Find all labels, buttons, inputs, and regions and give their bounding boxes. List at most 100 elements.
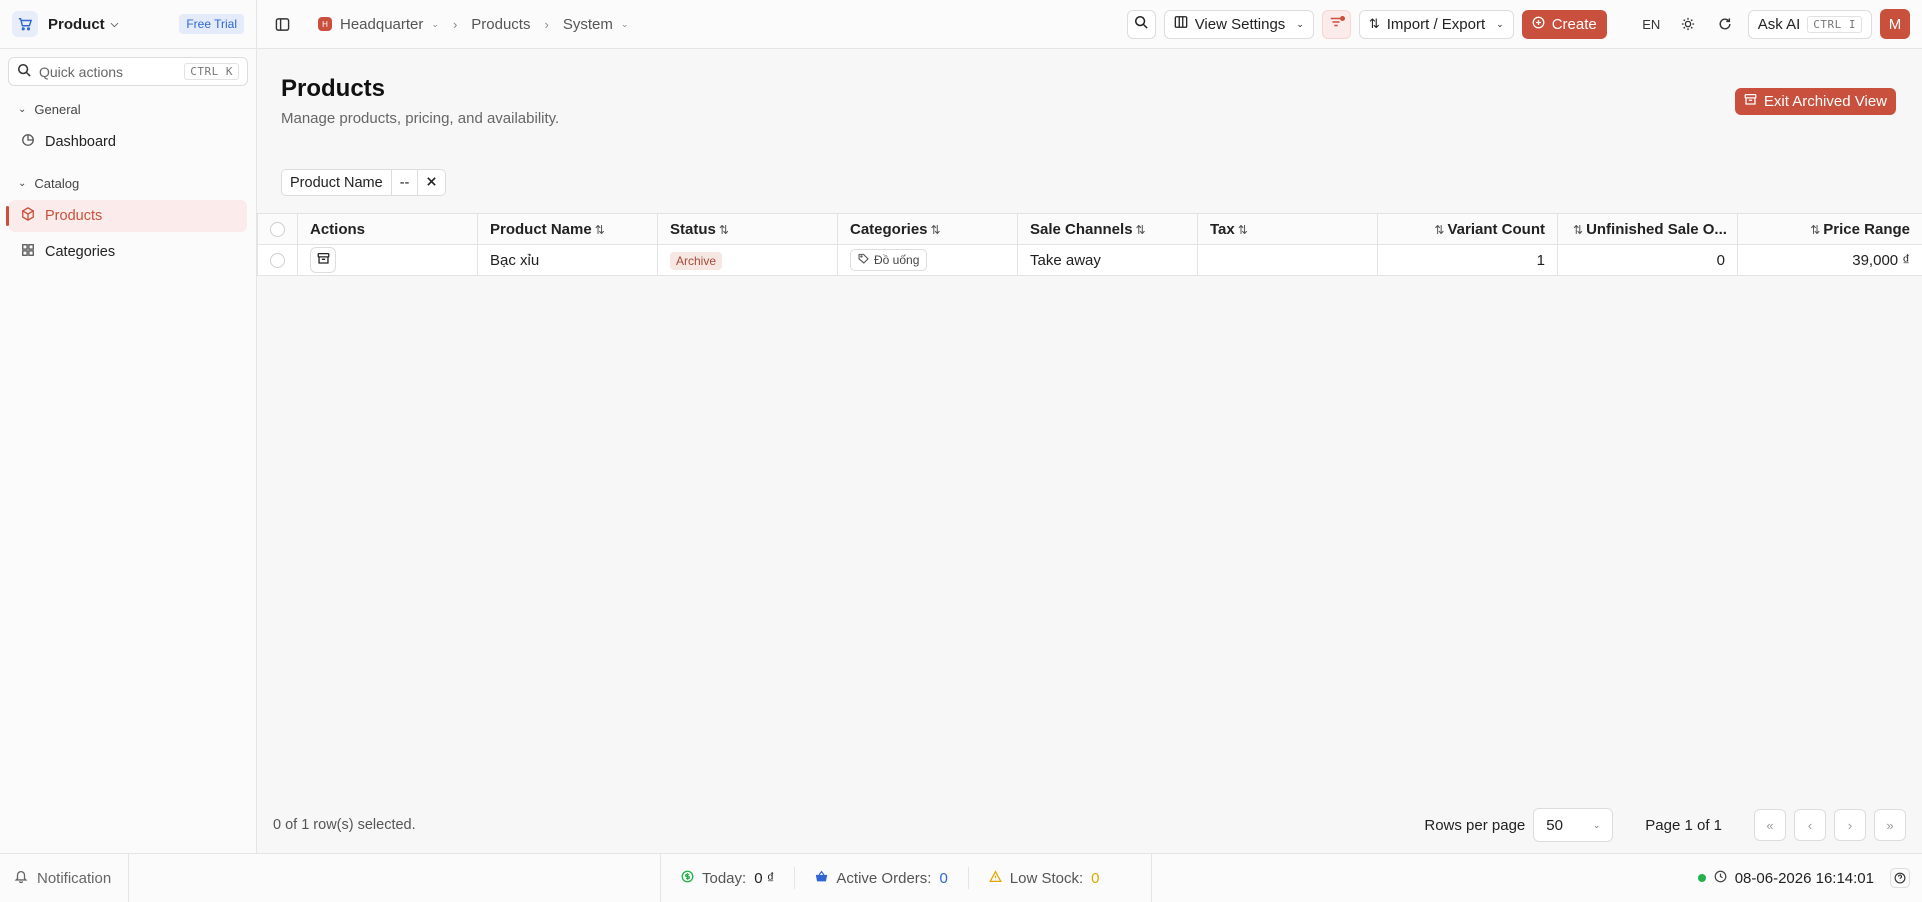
column-header-status[interactable]: Status ⇅ bbox=[657, 213, 838, 245]
chevron-down-icon: ⌄ bbox=[431, 18, 439, 29]
page-title: Products bbox=[281, 75, 386, 102]
main-content: Products Manage products, pricing, and a… bbox=[257, 49, 1922, 853]
filter-button[interactable] bbox=[1321, 9, 1351, 39]
quick-actions-input[interactable]: Quick actions CTRL K bbox=[8, 57, 248, 86]
create-button[interactable]: Create bbox=[1521, 9, 1607, 39]
warning-icon bbox=[988, 869, 1002, 887]
table-header-row: Actions Product Name ⇅ Status ⇅ Categories… bbox=[257, 213, 1922, 245]
filter-field[interactable]: Product Name bbox=[282, 170, 392, 195]
cell-unfinished-sale-orders: 0 bbox=[1557, 244, 1738, 276]
search-icon bbox=[1134, 15, 1148, 33]
breadcrumb-system[interactable]: System ⌄ bbox=[563, 16, 629, 33]
bell-icon bbox=[14, 869, 28, 887]
filter-active-dot bbox=[1339, 15, 1345, 21]
category-chip[interactable]: Đồ uống bbox=[850, 249, 928, 271]
refresh-icon[interactable] bbox=[1711, 10, 1740, 39]
basket-icon bbox=[815, 870, 828, 887]
breadcrumb-products[interactable]: Products bbox=[471, 16, 530, 33]
pagination: Rows per page 50 ⌄ Page 1 of 1 « ‹ › » bbox=[1424, 808, 1906, 842]
active-filter: Product Name -- bbox=[281, 169, 447, 196]
double-chevron-right-icon: » bbox=[1886, 817, 1894, 833]
select-all-checkbox[interactable] bbox=[257, 213, 298, 245]
products-table: Actions Product Name ⇅ Status ⇅ Categories… bbox=[257, 213, 1922, 276]
close-icon bbox=[426, 175, 437, 191]
filter-operator[interactable]: -- bbox=[392, 170, 419, 195]
sort-icon: ⇅ bbox=[930, 222, 941, 237]
avatar[interactable]: M bbox=[1880, 9, 1910, 39]
status-badge: Archive bbox=[670, 251, 723, 270]
column-header-price-range[interactable]: ⇅ Price Range bbox=[1737, 213, 1922, 245]
last-page-button[interactable]: » bbox=[1874, 809, 1906, 841]
stat-low-stock: Low Stock: 0 bbox=[969, 867, 1120, 889]
datetime: 08-06-2026 16:14:01 bbox=[1734, 869, 1874, 887]
next-page-button[interactable]: › bbox=[1834, 809, 1866, 841]
table-row[interactable]: Bạc xỉu Archive Đồ uống Take away 1 0 39… bbox=[257, 244, 1922, 276]
double-chevron-left-icon: « bbox=[1766, 817, 1774, 833]
chevron-down-icon: ⌄ bbox=[1496, 18, 1504, 29]
chevron-down-icon: ⌄ bbox=[1592, 819, 1601, 830]
grid-icon bbox=[21, 243, 35, 261]
column-header-sale-channels[interactable]: Sale Channels ⇅ bbox=[1017, 213, 1198, 245]
top-bar: H Headquarter ⌄ › Products › System ⌄ Vi… bbox=[257, 0, 1922, 49]
restore-button[interactable] bbox=[310, 247, 336, 273]
cell-categories: Đồ uống bbox=[837, 244, 1018, 276]
chevron-right-icon: › bbox=[452, 16, 458, 32]
sort-icon: ⇅ bbox=[1434, 222, 1445, 237]
sidebar-toggle-icon[interactable] bbox=[275, 17, 290, 32]
prev-page-button[interactable]: ‹ bbox=[1794, 809, 1826, 841]
chevron-right-icon: › bbox=[544, 16, 549, 32]
exit-archived-view-button[interactable]: Exit Archived View bbox=[1734, 88, 1896, 115]
clock-icon bbox=[1714, 870, 1727, 887]
quick-actions-label: Quick actions bbox=[39, 63, 124, 80]
ask-ai-button[interactable]: Ask AI CTRL I bbox=[1747, 9, 1872, 39]
help-icon[interactable] bbox=[1890, 868, 1910, 888]
notification-button[interactable]: Notification bbox=[0, 854, 129, 902]
column-header-tax[interactable]: Tax ⇅ bbox=[1197, 213, 1378, 245]
chevron-down-icon: ⌄ bbox=[620, 18, 629, 29]
stats-summary: Today: 0 ₫ Active Orders: 0 Low Stock: 0 bbox=[660, 854, 1152, 902]
sun-icon[interactable] bbox=[1674, 10, 1703, 39]
chevron-down-icon: ⌄ bbox=[18, 177, 27, 189]
cell-status: Archive bbox=[657, 244, 838, 276]
column-header-unfinished-sale-orders[interactable]: ⇅ Unfinished Sale O... bbox=[1557, 213, 1738, 245]
sidebar-group-general[interactable]: ⌄ General bbox=[0, 96, 256, 122]
app-switcher[interactable]: Product ⌵ Free Trial bbox=[0, 0, 256, 49]
search-icon bbox=[17, 63, 31, 80]
cell-sale-channels: Take away bbox=[1017, 244, 1198, 276]
sidebar-item-dashboard[interactable]: Dashboard bbox=[9, 126, 247, 158]
sidebar-item-label: Categories bbox=[45, 244, 116, 260]
free-trial-badge[interactable]: Free Trial bbox=[179, 14, 244, 34]
remove-filter-button[interactable] bbox=[418, 170, 445, 195]
search-button[interactable] bbox=[1126, 9, 1156, 39]
org-selector[interactable]: H Headquarter ⌄ bbox=[318, 16, 439, 33]
quick-actions-shortcut: CTRL K bbox=[184, 63, 239, 80]
sidebar-item-categories[interactable]: Categories bbox=[9, 236, 247, 268]
stat-active-orders: Active Orders: 0 bbox=[795, 867, 969, 889]
dashboard-icon bbox=[21, 133, 35, 151]
column-header-product-name[interactable]: Product Name ⇅ bbox=[477, 213, 658, 245]
first-page-button[interactable]: « bbox=[1754, 809, 1786, 841]
sort-icon: ⇅ bbox=[1237, 222, 1248, 237]
page-info: Page 1 of 1 bbox=[1645, 816, 1722, 834]
ask-ai-shortcut: CTRL I bbox=[1807, 15, 1862, 33]
row-checkbox[interactable] bbox=[257, 244, 298, 276]
view-settings-button[interactable]: View Settings ⌄ bbox=[1163, 9, 1314, 39]
column-header-variant-count[interactable]: ⇅ Variant Count bbox=[1377, 213, 1558, 245]
online-status-dot bbox=[1697, 874, 1706, 882]
org-avatar: H bbox=[318, 17, 332, 31]
table-footer: 0 of 1 row(s) selected. Rows per page 50… bbox=[257, 805, 1922, 845]
stat-today: Today: 0 ₫ bbox=[661, 867, 796, 889]
dollar-circle-icon bbox=[681, 870, 694, 887]
column-header-actions: Actions bbox=[297, 213, 478, 245]
clock: 08-06-2026 16:14:01 bbox=[1697, 868, 1910, 888]
rows-per-page-select[interactable]: 50 ⌄ bbox=[1533, 808, 1614, 842]
sidebar-group-catalog[interactable]: ⌄ Catalog bbox=[0, 170, 256, 196]
language-button[interactable]: EN bbox=[1637, 10, 1666, 39]
column-header-categories[interactable]: Categories ⇅ bbox=[837, 213, 1018, 245]
sidebar-item-products[interactable]: Products bbox=[6, 200, 247, 232]
import-export-button[interactable]: ⇅ Import / Export ⌄ bbox=[1358, 9, 1514, 39]
row-actions bbox=[297, 244, 478, 276]
app-name: Product bbox=[48, 15, 105, 33]
breadcrumb: H Headquarter ⌄ › Products › System ⌄ bbox=[318, 16, 628, 33]
sidebar: Product ⌵ Free Trial Quick actions CTRL … bbox=[0, 0, 257, 853]
